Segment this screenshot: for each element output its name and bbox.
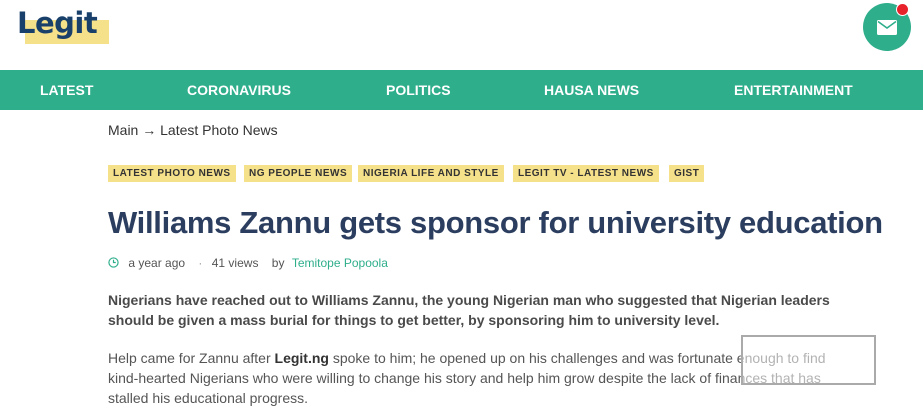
nav-item-hausa-news[interactable]: HAUSA NEWS [544, 70, 639, 110]
nav-item-latest[interactable]: LATEST [40, 70, 93, 110]
notification-dot [896, 3, 909, 16]
nav-item-politics[interactable]: POLITICS [386, 70, 451, 110]
tag-legit-tv-latest-news[interactable]: LEGIT TV - LATEST NEWS [513, 165, 659, 182]
legit-ng-link[interactable]: Legit.ng [275, 350, 329, 366]
tag-latest-photo-news[interactable]: LATEST PHOTO NEWS [108, 165, 236, 182]
legit-logo[interactable]: Legit [17, 6, 111, 46]
main-nav: LATEST CORONAVIRUS POLITICS HAUSA NEWS E… [0, 70, 923, 110]
clock-icon [108, 257, 119, 268]
article-title: Williams Zannu gets sponsor for universi… [108, 205, 883, 240]
breadcrumb-main[interactable]: Main [108, 122, 138, 138]
body-text-start: Help came for Zannu after [108, 350, 275, 366]
article-body-paragraph: Help came for Zannu after Legit.ng spoke… [108, 348, 828, 408]
view-count: 41 views [211, 256, 259, 270]
site-header: Legit [0, 0, 923, 70]
breadcrumb-separator: → [142, 122, 157, 138]
tag-gist[interactable]: GIST [669, 165, 705, 182]
nav-item-entertainment[interactable]: ENTERTAINMENT [734, 70, 853, 110]
breadcrumb: Main → Latest Photo News [108, 122, 278, 138]
mail-button[interactable] [863, 3, 911, 51]
article-meta: a year ago · 41 views by Temitope Popool… [108, 256, 388, 270]
envelope-icon [877, 19, 897, 35]
publish-time: a year ago [128, 256, 186, 270]
breadcrumb-current[interactable]: Latest Photo News [160, 122, 278, 138]
nav-item-coronavirus[interactable]: CORONAVIRUS [187, 70, 291, 110]
article-lead: Nigerians have reached out to Williams Z… [108, 292, 830, 328]
author-link[interactable]: Temitope Popoola [292, 256, 388, 270]
meta-dot: · [198, 256, 203, 270]
by-label: by [271, 256, 285, 270]
logo-text: Legit [17, 6, 98, 40]
tag-nigeria-life-and-style[interactable]: NIGERIA LIFE AND STYLE [358, 165, 504, 182]
tag-ng-people-news[interactable]: NG PEOPLE NEWS [244, 165, 353, 182]
overlay-frame [741, 335, 876, 385]
